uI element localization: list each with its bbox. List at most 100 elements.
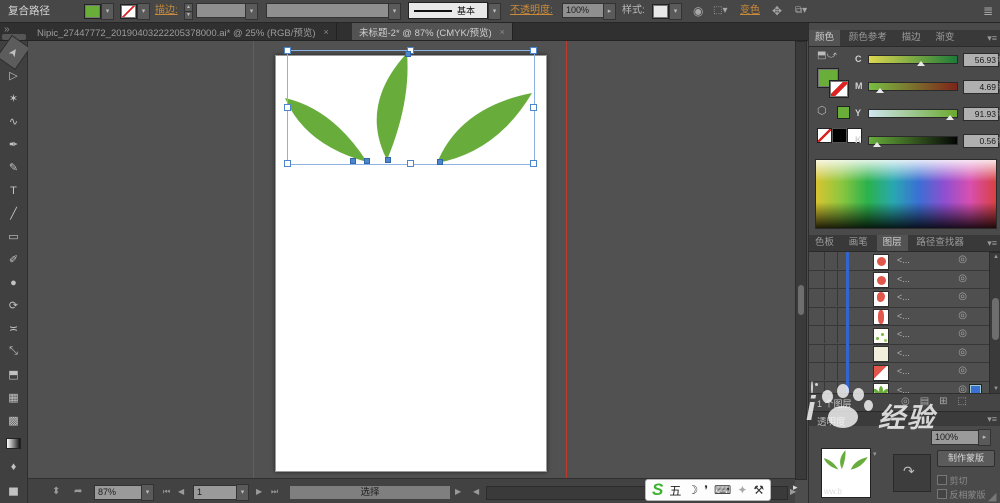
first-artboard-icon[interactable]: ⏮ <box>163 479 170 503</box>
ime-toolbar[interactable]: S 五 ☽ ❜ ⌨ ✦ ⚒ <box>645 479 772 501</box>
layers-scroll-up-icon[interactable]: ▲ <box>990 253 1000 262</box>
zoom-level-field[interactable]: 87% <box>94 485 146 500</box>
prev-artboard-icon[interactable]: ◀ <box>178 479 184 503</box>
object-thumbnail[interactable]: ww.b <box>821 448 871 498</box>
layer-row[interactable]: <... ◎ <box>809 307 989 326</box>
layer-row[interactable]: <... ◎ <box>809 270 989 289</box>
layer-name[interactable]: <... <box>897 329 910 339</box>
layer-row[interactable]: <... ◎ <box>809 326 989 345</box>
gradient-tool[interactable] <box>0 432 27 455</box>
visibility-toggle[interactable] <box>809 252 825 269</box>
lock-toggle[interactable] <box>824 326 838 343</box>
target-circle-icon[interactable]: ◎ <box>958 254 967 265</box>
recolor-link[interactable]: 变色 <box>740 0 760 22</box>
target-circle-icon[interactable]: ◎ <box>958 365 967 376</box>
slider-marker[interactable] <box>946 115 955 120</box>
ime-expand-icon[interactable]: ▸ <box>793 482 798 493</box>
tab-layers[interactable]: 图层 <box>876 235 908 251</box>
document-tab-2-close-icon[interactable]: × <box>500 27 505 37</box>
selection-handle-se[interactable] <box>530 160 537 167</box>
anchor-point[interactable] <box>385 157 391 163</box>
visibility-toggle[interactable] <box>809 270 825 288</box>
target-circle-icon[interactable]: ◎ <box>958 310 967 321</box>
visibility-toggle[interactable] <box>809 344 825 362</box>
last-color-swatch[interactable] <box>837 106 850 119</box>
make-mask-button[interactable]: 制作蒙版 <box>937 450 995 467</box>
tab-gradient[interactable]: 渐变 <box>929 30 960 46</box>
selection-handle-w[interactable] <box>284 104 291 111</box>
style-swatch[interactable] <box>652 4 669 19</box>
stroke-color-swatch[interactable] <box>120 4 137 19</box>
stroke-proxy-swatch[interactable] <box>829 80 849 98</box>
select-similar-icon[interactable]: ⬚▾ <box>713 0 727 22</box>
invert-mask-checkbox[interactable] <box>937 489 947 499</box>
transparency-panel-menu-icon[interactable]: ▾≡ <box>987 414 997 425</box>
rectangle-tool[interactable]: ▭ <box>0 225 27 248</box>
visibility-toggle[interactable] <box>809 289 825 306</box>
lock-toggle[interactable] <box>824 289 838 306</box>
lasso-tool[interactable]: ∿ <box>0 110 27 133</box>
layer-row[interactable]: <... ◎ <box>809 363 989 382</box>
slider-marker[interactable] <box>876 88 885 93</box>
opacity-link[interactable]: 不透明度: <box>510 0 553 22</box>
pencil-tool[interactable]: ✎ <box>0 156 27 179</box>
target-circle-icon[interactable]: ◎ <box>958 328 967 339</box>
layer-name[interactable]: <... <box>897 292 910 302</box>
tab-color[interactable]: 颜色 <box>809 30 841 46</box>
tab-stroke[interactable]: 描边 <box>896 30 927 46</box>
anchor-point[interactable] <box>405 51 411 57</box>
selection-handle-e[interactable] <box>530 104 537 111</box>
magic-wand-tool[interactable]: ✶ <box>0 87 27 110</box>
opacity-field[interactable]: 100% <box>562 3 608 18</box>
clip-checkbox-row[interactable]: 剪切 <box>937 474 968 487</box>
visibility-toggle[interactable] <box>809 326 825 343</box>
ime-tools-icon[interactable]: ⚒ <box>753 483 764 497</box>
document-tab-2[interactable]: 未标题-2* @ 87% (CMYK/预览) × <box>352 23 513 40</box>
layers-scrollbar-thumb[interactable] <box>992 298 999 340</box>
sogou-logo-icon[interactable]: S <box>652 480 663 500</box>
layers-footer-icons[interactable]: ◎▤⊞⬚ <box>901 396 977 407</box>
selection-handle-nw[interactable] <box>284 47 291 54</box>
ime-skin-icon[interactable]: ✦ <box>737 483 747 497</box>
lock-toggle[interactable] <box>824 307 838 325</box>
align-icon[interactable]: ✥ <box>772 0 782 22</box>
ime-mode-label[interactable]: 五 <box>669 482 681 499</box>
target-circle-icon[interactable]: ◎ <box>958 347 967 358</box>
black-swatch[interactable] <box>832 128 847 143</box>
layer-name[interactable]: <... <box>897 348 910 358</box>
none-swatch[interactable] <box>817 128 832 143</box>
ime-keyboard-icon[interactable]: ⌨ <box>714 483 731 497</box>
channel-slider[interactable] <box>868 82 958 93</box>
lock-toggle[interactable] <box>824 344 838 362</box>
eyedropper-tool[interactable]: ♦ <box>0 455 27 478</box>
recolor-artwork-icon[interactable]: ◉ <box>693 0 703 22</box>
brush-definition-dropdown[interactable]: ▾ <box>388 3 401 20</box>
perspective-grid-tool[interactable]: ▦ <box>0 386 27 409</box>
paintbrush-tool[interactable]: ✐ <box>0 248 27 271</box>
layer-row[interactable]: <... ◎ <box>809 344 989 363</box>
slider-marker[interactable] <box>872 142 881 147</box>
zoom-level-dropdown[interactable]: ▾ <box>141 484 154 501</box>
free-transform-tool[interactable]: ⤡ <box>0 340 27 363</box>
color-panel-menu-icon[interactable]: ▾≡ <box>987 33 997 44</box>
document-tab-1[interactable]: Nipic_27447772_20190403222205378000.ai* … <box>30 23 337 40</box>
mesh-tool[interactable]: ▩ <box>0 409 27 432</box>
channel-value-field[interactable]: 4.69 <box>963 80 999 94</box>
layers-scrollbar[interactable]: ▲ ▼ <box>989 252 1000 395</box>
fill-color-swatch[interactable] <box>84 4 101 19</box>
stroke-style-preview[interactable]: 基本 <box>408 2 488 19</box>
anchor-point[interactable] <box>364 158 370 164</box>
clip-checkbox[interactable] <box>937 475 947 485</box>
resize-grip[interactable]: ◢ <box>988 490 996 503</box>
status-expand-icon[interactable]: ▶ <box>455 479 461 503</box>
brush-definition-field[interactable] <box>266 3 394 18</box>
stroke-weight-link[interactable]: 描边: <box>155 0 178 22</box>
stroke-color-dropdown[interactable]: ▾ <box>137 3 150 20</box>
tab-pathfinder[interactable]: 路径查找器 <box>910 235 970 251</box>
style-dropdown[interactable]: ▾ <box>669 3 682 20</box>
channel-value-field[interactable]: 91.93 <box>963 107 999 121</box>
transparency-opacity-field[interactable]: 100% <box>931 430 983 445</box>
visibility-toggle[interactable] <box>809 363 825 380</box>
type-tool[interactable]: T <box>0 179 27 202</box>
stroke-weight-field[interactable] <box>196 3 246 18</box>
